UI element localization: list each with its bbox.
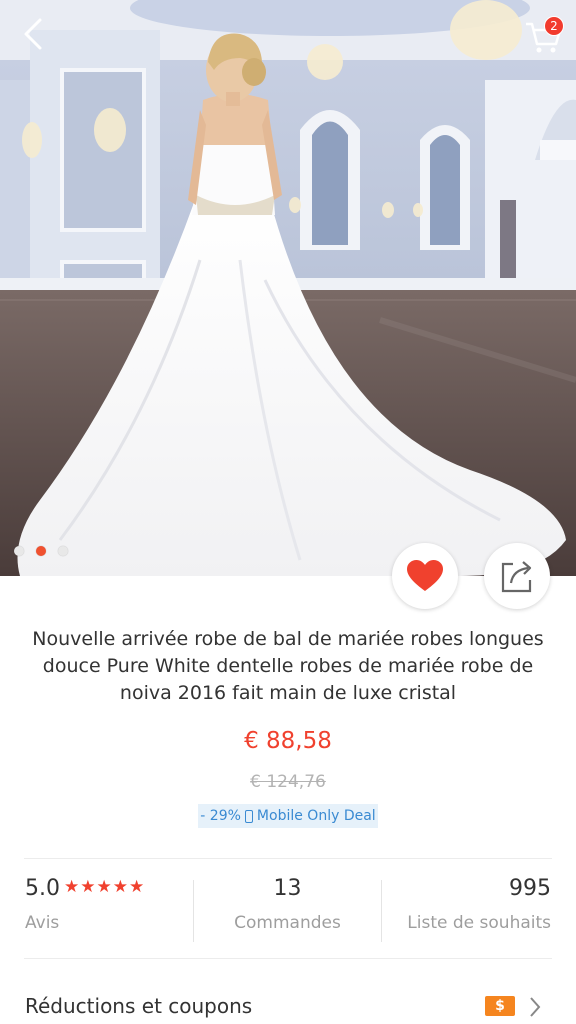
gallery-dot-active[interactable] — [36, 546, 46, 556]
chevron-left-icon — [24, 18, 42, 50]
divider — [24, 858, 552, 859]
orders-label: Commandes — [234, 913, 341, 933]
gallery-dot[interactable] — [14, 546, 24, 556]
rating-label: Avis — [25, 913, 60, 933]
wishlist-label: Liste de souhaits — [407, 913, 551, 933]
mobile-deal-badge: - 29% Mobile Only Deal — [198, 804, 378, 828]
orders-count: 13 — [273, 876, 302, 901]
favorite-button[interactable] — [392, 543, 458, 609]
product-price: € 88,58 — [244, 728, 332, 754]
divider — [24, 958, 552, 959]
product-stats: 5.0 ★★★★★ Avis 13 Commandes 995 Liste de … — [0, 876, 576, 946]
share-icon — [501, 561, 532, 593]
rating-stat[interactable]: 5.0 ★★★★★ Avis — [25, 876, 145, 946]
wishlist-stat[interactable]: 995 Liste de souhaits — [382, 876, 551, 946]
product-image-gallery[interactable]: 2 — [0, 0, 576, 576]
coupons-row[interactable]: Réductions et coupons $ — [0, 988, 576, 1024]
heart-icon — [407, 560, 443, 591]
discount-percent: - 29% — [200, 808, 241, 824]
chevron-right-icon — [530, 997, 541, 1017]
gallery-pagination — [14, 546, 68, 556]
rating-stars: ★★★★★ — [64, 877, 146, 897]
mobile-phone-icon — [244, 809, 253, 823]
wedding-dress-photo — [0, 0, 576, 576]
product-title: Nouvelle arrivée robe de bal de mariée r… — [32, 628, 544, 704]
wishlist-count: 995 — [509, 876, 551, 901]
share-button[interactable] — [484, 543, 550, 609]
coupon-icon: $ — [485, 996, 515, 1016]
rating-value: 5.0 — [25, 876, 60, 901]
deal-label: Mobile Only Deal — [256, 808, 376, 824]
orders-stat[interactable]: 13 Commandes — [194, 876, 381, 946]
gallery-dot[interactable] — [58, 546, 68, 556]
original-price: € 124,76 — [250, 772, 326, 792]
rating-value-row: 5.0 ★★★★★ — [25, 876, 145, 901]
cart-count-badge: 2 — [544, 16, 564, 36]
back-button[interactable] — [14, 14, 54, 54]
coupons-label: Réductions et coupons — [25, 994, 253, 1018]
